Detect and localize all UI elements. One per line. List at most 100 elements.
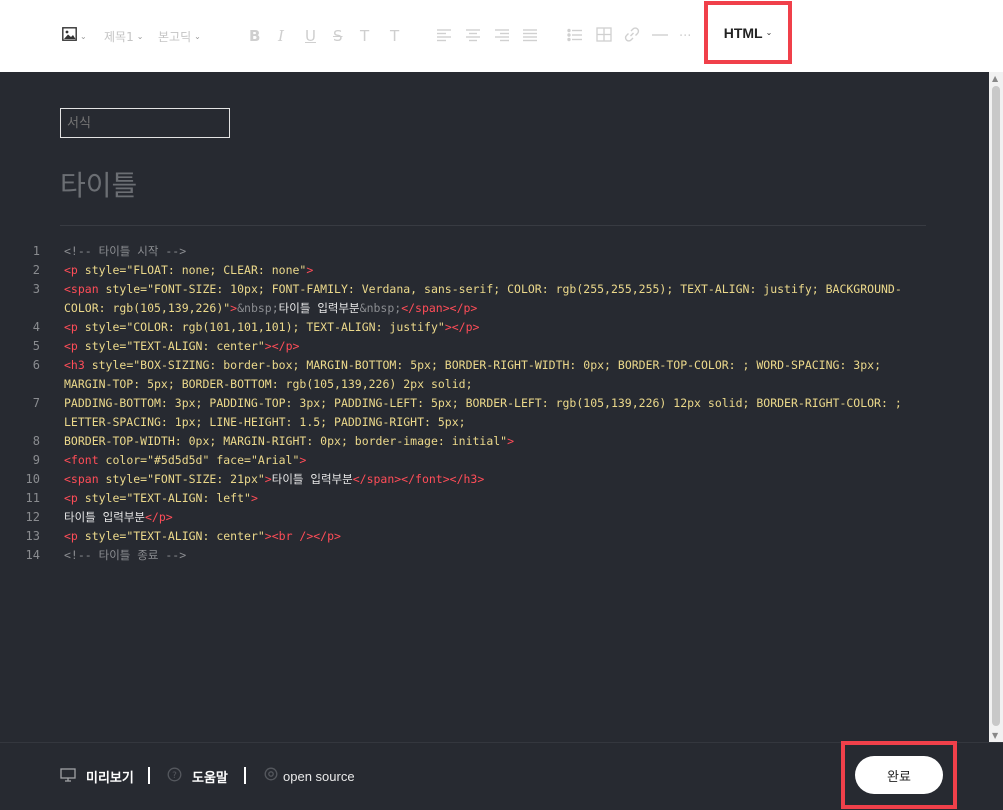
font-label: 본고딕 xyxy=(158,29,192,44)
heading-label: 제목1 xyxy=(104,29,134,44)
svg-text:?: ? xyxy=(172,771,177,781)
code-token: <p xyxy=(64,529,85,543)
horizontal-rule-button[interactable] xyxy=(651,26,669,46)
code-token: <span xyxy=(64,472,106,486)
code-token: style="TEXT-ALIGN: center" xyxy=(84,339,265,353)
scrollbar[interactable]: ▲ ▼ xyxy=(989,72,1003,742)
text-bg-color-icon: T xyxy=(390,27,400,45)
code-line[interactable]: 13 <p style="TEXT-ALIGN: center"><br /></… xyxy=(0,527,989,546)
code-token: style="FONT-SIZE: 10px; FONT-FAMILY: Ver… xyxy=(64,282,902,315)
text-bg-color-button[interactable]: T xyxy=(390,26,399,46)
code-token: 타이틀 입력부분 xyxy=(271,472,353,486)
code-line[interactable]: 1 <!-- 타이틀 시작 --> xyxy=(0,242,989,261)
code-text: <span style="FONT-SIZE: 10px; FONT-FAMIL… xyxy=(64,280,924,318)
code-line[interactable]: 5 <p style="TEXT-ALIGN: center"></p> xyxy=(0,337,989,356)
code-line[interactable]: 10 <span style="FONT-SIZE: 21px">타이틀 입력부분… xyxy=(0,470,989,489)
code-line[interactable]: 2 <p style="FLOAT: none; CLEAR: none"> xyxy=(0,261,989,280)
align-justify-button[interactable] xyxy=(522,26,538,46)
scrollbar-thumb[interactable] xyxy=(992,86,1000,726)
italic-button[interactable]: I xyxy=(278,26,284,46)
code-line[interactable]: 8 BORDER-TOP-WIDTH: 0px; MARGIN-RIGHT: 0p… xyxy=(0,432,989,451)
format-input[interactable] xyxy=(60,108,230,138)
bold-icon: B xyxy=(249,27,261,45)
code-text: <!-- 타이틀 종료 --> xyxy=(64,546,924,565)
code-line[interactable]: 12 타이틀 입력부분</p> xyxy=(0,508,989,527)
list-button[interactable] xyxy=(567,26,583,46)
line-number: 8 xyxy=(32,434,40,448)
done-highlight: 완료 xyxy=(841,741,957,809)
line-number: 4 xyxy=(32,320,40,334)
code-text: <span style="FONT-SIZE: 21px">타이틀 입력부분</… xyxy=(64,470,924,489)
more-button[interactable]: ··· xyxy=(679,26,691,46)
align-left-button[interactable] xyxy=(436,26,452,46)
done-button[interactable]: 완료 xyxy=(855,756,943,794)
code-token: <p xyxy=(64,491,85,505)
line-number: 9 xyxy=(32,453,40,467)
line-number: 7 xyxy=(32,396,40,410)
open-source-link[interactable]: open source xyxy=(264,767,355,785)
code-token: style="COLOR: rgb(101,101,101); TEXT-ALI… xyxy=(84,320,445,334)
code-token: ><br /></p> xyxy=(264,529,341,543)
chevron-down-icon: ⌄ xyxy=(765,28,773,37)
code-token: <!-- 타이틀 종료 --> xyxy=(64,548,187,562)
align-center-icon xyxy=(465,27,481,46)
strikethrough-button[interactable]: S xyxy=(333,26,343,46)
line-number: 14 xyxy=(25,548,40,562)
image-insert-button[interactable]: ⌄ xyxy=(62,26,87,46)
footer-divider xyxy=(244,767,246,784)
preview-button[interactable]: 미리보기 xyxy=(60,767,134,786)
align-left-icon xyxy=(436,27,452,46)
code-line[interactable]: 9 <font color="#5d5d5d" face="Arial"> xyxy=(0,451,989,470)
chevron-down-icon: ⌄ xyxy=(194,31,201,41)
code-token: style="BOX-SIZING: border-box; MARGIN-BO… xyxy=(64,358,888,391)
code-token: </span></p> xyxy=(401,301,478,315)
code-token: ></p> xyxy=(444,320,480,334)
more-icon: ··· xyxy=(679,28,692,44)
code-text: <!-- 타이틀 시작 --> xyxy=(64,242,924,261)
scroll-down-icon[interactable]: ▼ xyxy=(992,731,998,740)
help-icon: ? xyxy=(167,767,182,786)
code-token: </p> xyxy=(144,510,173,524)
post-title[interactable]: 타이틀 xyxy=(60,164,137,204)
link-icon xyxy=(624,26,640,46)
line-number: 1 xyxy=(32,244,40,258)
help-button[interactable]: ? 도움말 xyxy=(167,767,228,786)
code-token: color="#5d5d5d" face="Arial" xyxy=(105,453,300,467)
code-token: 타이틀 입력부분 xyxy=(278,301,360,315)
code-line[interactable]: 11 <p style="TEXT-ALIGN: left"> xyxy=(0,489,989,508)
open-source-label: open source xyxy=(283,768,355,784)
code-text: <p style="TEXT-ALIGN: center"><br /></p> xyxy=(64,527,924,546)
title-divider xyxy=(60,225,926,226)
code-token: <span xyxy=(64,282,106,296)
code-text: <h3 style="BOX-SIZING: border-box; MARGI… xyxy=(64,356,924,394)
code-token: > xyxy=(299,453,307,467)
line-number: 6 xyxy=(32,358,40,372)
font-select[interactable]: 본고딕 ⌄ xyxy=(158,26,201,46)
code-token: <font xyxy=(64,453,106,467)
code-line[interactable]: 7 PADDING-BOTTOM: 3px; PADDING-TOP: 3px; … xyxy=(0,394,989,432)
link-button[interactable] xyxy=(624,26,640,46)
text-color-button[interactable]: T xyxy=(360,26,369,46)
code-line[interactable]: 14 <!-- 타이틀 종료 --> xyxy=(0,546,989,565)
underline-button[interactable]: U xyxy=(305,26,316,46)
align-right-button[interactable] xyxy=(494,26,510,46)
list-icon xyxy=(567,27,583,46)
bold-button[interactable]: B xyxy=(249,26,260,46)
code-line[interactable]: 3 <span style="FONT-SIZE: 10px; FONT-FAMI… xyxy=(0,280,989,318)
code-text: <p style="FLOAT: none; CLEAR: none"> xyxy=(64,261,924,280)
heading-select[interactable]: 제목1 ⌄ xyxy=(104,26,143,46)
horizontal-rule-icon xyxy=(651,27,669,46)
code-area[interactable]: 1 <!-- 타이틀 시작 --> 2 <p style="FLOAT: none; … xyxy=(0,242,989,565)
line-number: 2 xyxy=(32,263,40,277)
text-color-icon: T xyxy=(360,27,370,45)
html-mode-button[interactable]: HTML ⌄ xyxy=(724,25,773,41)
code-token: style="TEXT-ALIGN: center" xyxy=(84,529,265,543)
scroll-up-icon[interactable]: ▲ xyxy=(992,74,998,83)
code-line[interactable]: 6 <h3 style="BOX-SIZING: border-box; MARG… xyxy=(0,356,989,394)
table-button[interactable] xyxy=(596,26,612,46)
code-token: &nbsp; xyxy=(359,301,402,315)
code-line[interactable]: 4 <p style="COLOR: rgb(101,101,101); TEXT… xyxy=(0,318,989,337)
html-editor[interactable]: 타이틀 1 <!-- 타이틀 시작 --> 2 <p style="FLOAT: no… xyxy=(0,72,989,742)
align-center-button[interactable] xyxy=(465,26,481,46)
help-label: 도움말 xyxy=(192,771,228,786)
